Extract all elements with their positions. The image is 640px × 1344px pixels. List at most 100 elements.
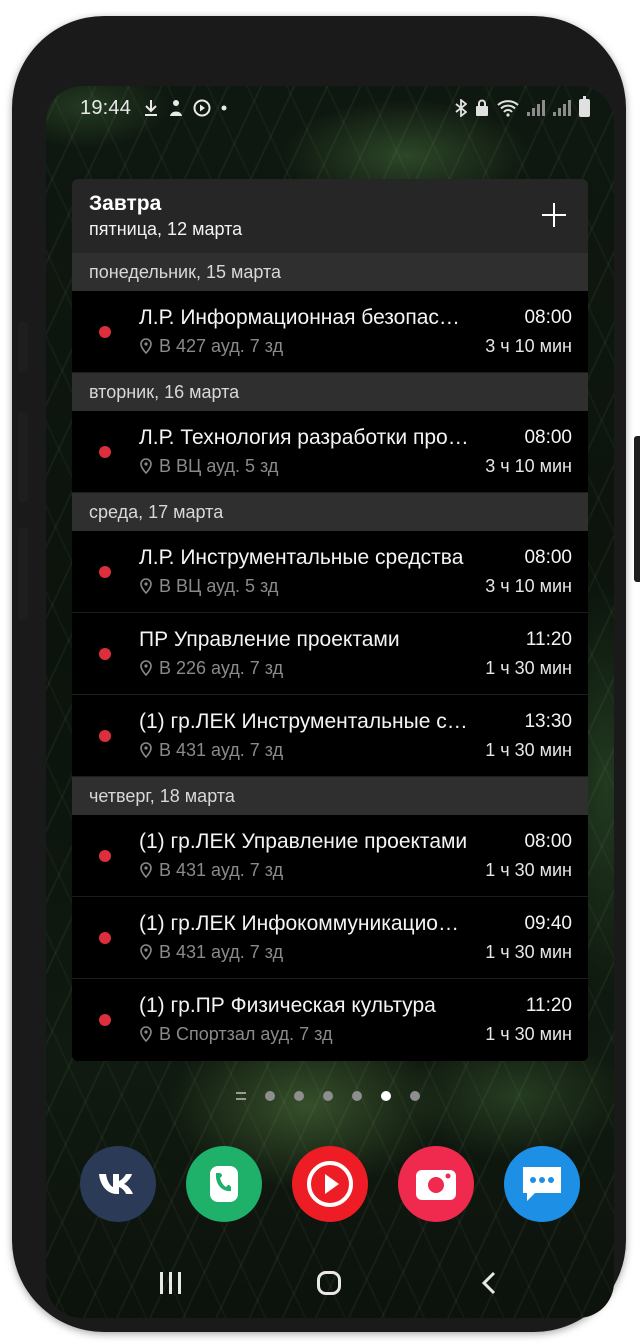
add-event-button[interactable] xyxy=(542,203,566,227)
event-time: 13:30 xyxy=(524,711,572,732)
phone-frame: 19:44 Завтра пятница, 12 марта понедельн… xyxy=(12,16,640,1332)
status-bar: 19:44 xyxy=(46,86,614,130)
event-dot xyxy=(99,566,111,578)
event-duration: 1 ч 30 мин xyxy=(485,658,572,678)
day-header: среда, 17 марта xyxy=(72,493,588,531)
widget-header[interactable]: Завтра пятница, 12 марта xyxy=(72,179,588,253)
lock-icon xyxy=(476,99,488,116)
phone-app-button[interactable] xyxy=(186,1146,262,1222)
home-page-lines-icon xyxy=(236,1092,246,1100)
page-dot-active xyxy=(381,1091,391,1101)
day-header: четверг, 18 марта xyxy=(72,777,588,815)
event-time: 08:00 xyxy=(524,831,572,852)
event-title: Л.Р. Технология разработки программного … xyxy=(139,426,469,449)
event-time: 11:20 xyxy=(525,629,572,650)
app-dock xyxy=(80,1146,580,1222)
event-duration: 1 ч 30 мин xyxy=(485,1024,572,1044)
location-pin-icon xyxy=(140,742,152,758)
widget-title: Завтра xyxy=(89,192,162,215)
event-dot xyxy=(99,730,111,742)
page-dot xyxy=(294,1091,304,1101)
event-duration: 3 ч 10 мин xyxy=(485,576,572,596)
event-location: В 431 ауд. 7 зд xyxy=(159,860,284,880)
recent-apps-icon[interactable] xyxy=(160,1272,182,1294)
vk-app-button[interactable] xyxy=(80,1146,156,1222)
page-dot xyxy=(352,1091,362,1101)
event-duration: 1 ч 30 мин xyxy=(485,740,572,760)
event-title: (1) гр.ЛЕК Инструментальные средства xyxy=(139,710,469,733)
page-indicator[interactable] xyxy=(236,1091,420,1101)
play-icon xyxy=(307,1161,353,1207)
event-location: В ВЦ ауд. 5 зд xyxy=(159,576,279,596)
camera-app-button[interactable] xyxy=(398,1146,474,1222)
battery-icon xyxy=(579,96,590,117)
event-location: В 431 ауд. 7 зд xyxy=(159,740,284,760)
event-duration: 1 ч 30 мин xyxy=(485,860,572,880)
event-item[interactable]: (1) гр.ЛЕК Инфокоммуникационные системы … xyxy=(72,897,588,979)
vk-icon xyxy=(99,1174,133,1194)
event-dot xyxy=(99,850,111,862)
home-icon[interactable] xyxy=(317,1271,341,1295)
event-dot xyxy=(99,1014,111,1026)
event-duration: 3 ч 10 мин xyxy=(485,336,572,356)
location-pin-icon xyxy=(140,660,152,676)
volume-down-button xyxy=(18,528,28,620)
widget-subtitle: пятница, 12 марта xyxy=(89,219,243,239)
camera-icon xyxy=(416,1170,456,1200)
event-item[interactable]: Л.Р. Технология разработки программного … xyxy=(72,411,588,493)
download-icon xyxy=(145,100,158,116)
signal-icon xyxy=(527,100,545,116)
event-time: 08:00 xyxy=(524,547,572,568)
location-pin-icon xyxy=(140,578,152,594)
media-icon xyxy=(193,99,211,117)
event-item[interactable]: Л.Р. Информационная безопасность В 427 а… xyxy=(72,291,588,373)
event-item[interactable]: (1) гр.ЛЕК Инструментальные средства В 4… xyxy=(72,695,588,777)
event-item[interactable]: ПР Управление проектами В 226 ауд. 7 зд … xyxy=(72,613,588,695)
event-time: 11:20 xyxy=(525,995,572,1016)
status-time: 19:44 xyxy=(80,96,132,119)
page-dot xyxy=(323,1091,333,1101)
home-screen: 19:44 Завтра пятница, 12 марта понедельн… xyxy=(46,86,614,1318)
event-title: Л.Р. Инструментальные средства xyxy=(139,546,464,569)
bluetooth-icon xyxy=(455,99,467,117)
event-dot xyxy=(99,648,111,660)
youtube-app-button[interactable] xyxy=(292,1146,368,1222)
location-pin-icon xyxy=(140,458,152,474)
event-time: 08:00 xyxy=(524,427,572,448)
event-dot xyxy=(99,446,111,458)
wifi-icon xyxy=(497,100,519,117)
event-title: ПР Управление проектами xyxy=(139,628,400,651)
schedule-widget[interactable]: Завтра пятница, 12 марта понедельник, 15… xyxy=(72,179,588,1061)
event-item[interactable]: (1) гр.ПР Физическая культура В Спортзал… xyxy=(72,979,588,1061)
back-icon[interactable] xyxy=(480,1270,498,1296)
event-time: 09:40 xyxy=(524,913,572,934)
event-dot xyxy=(99,326,111,338)
power-button xyxy=(634,436,640,582)
location-pin-icon xyxy=(140,944,152,960)
event-title: (1) гр.ПР Физическая культура xyxy=(139,994,436,1017)
event-location: В Спортзал ауд. 7 зд xyxy=(159,1024,333,1044)
event-location: В 431 ауд. 7 зд xyxy=(159,942,284,962)
location-pin-icon xyxy=(140,338,152,354)
event-location: В ВЦ ауд. 5 зд xyxy=(159,456,279,476)
day-header: понедельник, 15 марта xyxy=(72,253,588,291)
event-duration: 3 ч 10 мин xyxy=(485,456,572,476)
messages-app-button[interactable] xyxy=(504,1146,580,1222)
navigation-bar xyxy=(46,1256,614,1316)
day-header: вторник, 16 марта xyxy=(72,373,588,411)
event-time: 08:00 xyxy=(524,307,572,328)
location-pin-icon xyxy=(140,1026,152,1042)
event-title: (1) гр.ЛЕК Управление проектами xyxy=(139,830,468,853)
signal-icon xyxy=(553,100,571,116)
page-dot xyxy=(265,1091,275,1101)
event-title: (1) гр.ЛЕК Инфокоммуникационные системы xyxy=(139,912,469,935)
event-item[interactable]: Л.Р. Инструментальные средства В ВЦ ауд.… xyxy=(72,531,588,613)
event-item[interactable]: (1) гр.ЛЕК Управление проектами В 431 ау… xyxy=(72,815,588,897)
event-location: В 427 ауд. 7 зд xyxy=(159,336,284,356)
event-location: В 226 ауд. 7 зд xyxy=(159,658,284,678)
person-icon xyxy=(170,100,183,116)
location-pin-icon xyxy=(140,862,152,878)
notification-dot-icon xyxy=(221,105,227,111)
event-duration: 1 ч 30 мин xyxy=(485,942,572,962)
event-title: Л.Р. Информационная безопасность xyxy=(139,306,469,329)
